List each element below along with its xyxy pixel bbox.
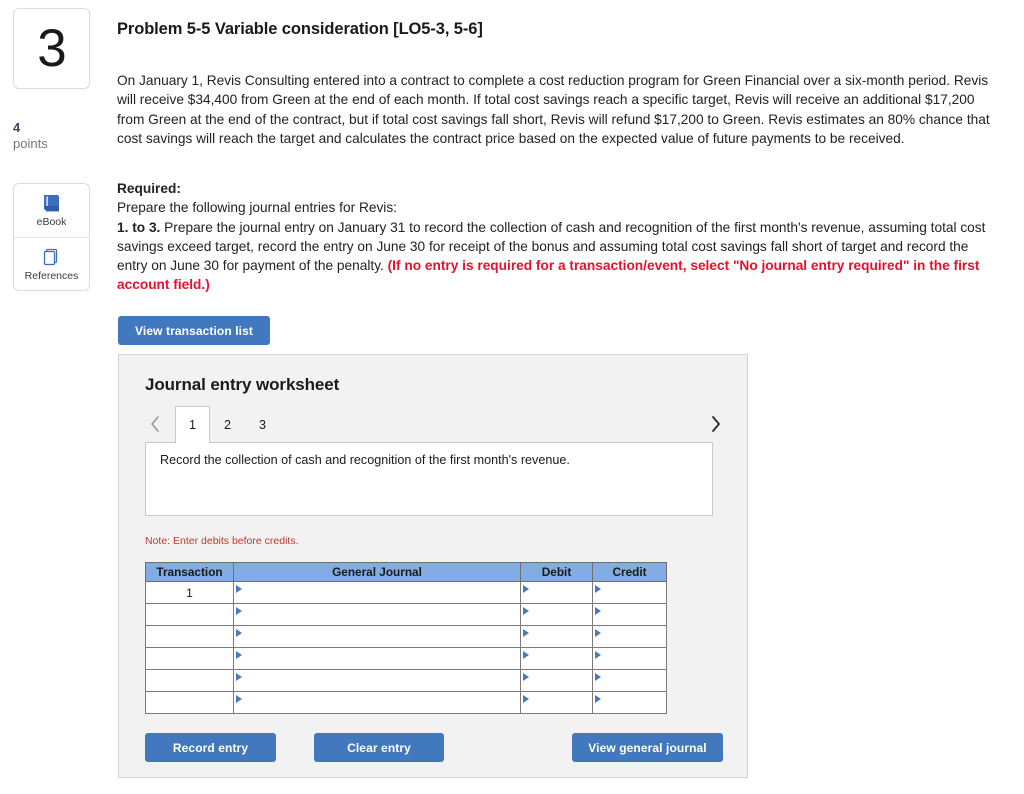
journal-table-wrapper: Transaction General Journal Debit Credit…	[145, 562, 667, 714]
cell-general-journal[interactable]	[233, 581, 521, 604]
cell-debit[interactable]	[520, 581, 593, 604]
cell-transaction[interactable]	[145, 647, 234, 670]
worksheet-tab-2[interactable]: 2	[210, 406, 245, 443]
page-title: Problem 5-5 Variable consideration [LO5-…	[117, 20, 483, 38]
pages-stack-icon	[41, 247, 63, 267]
clear-entry-button[interactable]: Clear entry	[314, 733, 444, 762]
references-label: References	[24, 269, 79, 282]
references-button[interactable]: References	[14, 237, 89, 290]
points-value: 4	[13, 120, 21, 135]
cell-debit[interactable]	[520, 603, 593, 626]
cell-credit[interactable]	[592, 691, 667, 714]
table-row	[145, 625, 667, 648]
table-row: 1	[145, 581, 667, 604]
entry-description-box: Record the collection of cash and recogn…	[145, 442, 713, 516]
cell-debit[interactable]	[520, 691, 593, 714]
table-row	[145, 669, 667, 692]
cell-credit[interactable]	[592, 625, 667, 648]
required-prefix: 1. to 3.	[117, 219, 161, 235]
next-entry-chevron-right-icon[interactable]	[705, 410, 725, 438]
cell-transaction[interactable]	[145, 603, 234, 626]
cell-transaction[interactable]	[145, 625, 234, 648]
entry-description-text: Record the collection of cash and recogn…	[160, 453, 570, 467]
cell-credit[interactable]	[592, 647, 667, 670]
question-body: On January 1, Revis Consulting entered i…	[117, 73, 990, 146]
required-heading: Required:	[117, 181, 181, 196]
points-block: 4 points	[13, 120, 93, 152]
worksheet-title: Journal entry worksheet	[145, 375, 340, 394]
required-intro: Prepare the following journal entries fo…	[117, 200, 397, 216]
left-rail: 3 4 points eBook References	[0, 0, 104, 794]
table-header-row: Transaction General Journal Debit Credit	[145, 562, 667, 582]
table-row	[145, 647, 667, 670]
required-block: Required: Prepare the following journal …	[117, 179, 1001, 295]
points-label: points	[13, 136, 48, 151]
cell-credit[interactable]	[592, 581, 667, 604]
worksheet-tab-3[interactable]: 3	[245, 406, 280, 443]
cell-credit[interactable]	[592, 603, 667, 626]
cell-general-journal[interactable]	[233, 669, 521, 692]
question-page: 3 4 points eBook References Problem 5-5 …	[0, 0, 1024, 794]
tool-panel: eBook References	[13, 183, 90, 291]
table-row	[145, 603, 667, 626]
column-header-general-journal: General Journal	[233, 562, 521, 582]
cell-debit[interactable]	[520, 625, 593, 648]
book-icon	[41, 193, 63, 213]
view-general-journal-button[interactable]: View general journal	[572, 733, 723, 762]
worksheet-tab-1[interactable]: 1	[175, 406, 211, 444]
record-entry-button[interactable]: Record entry	[145, 733, 276, 762]
ebook-label: eBook	[36, 216, 67, 228]
worksheet-tabbar: 1 2 3	[145, 406, 725, 444]
cell-credit[interactable]	[592, 669, 667, 692]
column-header-transaction: Transaction	[145, 562, 234, 582]
ebook-button[interactable]: eBook	[14, 184, 89, 237]
debits-before-credits-note: Note: Enter debits before credits.	[145, 535, 299, 547]
cell-general-journal[interactable]	[233, 625, 521, 648]
column-header-debit: Debit	[520, 562, 593, 582]
cell-general-journal[interactable]	[233, 691, 521, 714]
column-header-credit: Credit	[592, 562, 667, 582]
question-number-box: 3	[13, 8, 90, 89]
cell-transaction[interactable]	[145, 691, 234, 714]
cell-debit[interactable]	[520, 647, 593, 670]
worksheet-tabs: 1 2 3	[175, 406, 280, 444]
question-number: 3	[37, 19, 67, 78]
view-transaction-list-button[interactable]: View transaction list	[118, 316, 270, 345]
cell-transaction[interactable]	[145, 669, 234, 692]
journal-entry-table: Transaction General Journal Debit Credit…	[145, 562, 667, 714]
cell-general-journal[interactable]	[233, 647, 521, 670]
prev-entry-chevron-left-icon[interactable]	[145, 410, 165, 438]
journal-entry-worksheet-panel: Journal entry worksheet 1 2 3 Record the…	[118, 354, 748, 778]
cell-general-journal[interactable]	[233, 603, 521, 626]
table-row	[145, 691, 667, 714]
cell-transaction[interactable]: 1	[145, 581, 234, 604]
cell-debit[interactable]	[520, 669, 593, 692]
